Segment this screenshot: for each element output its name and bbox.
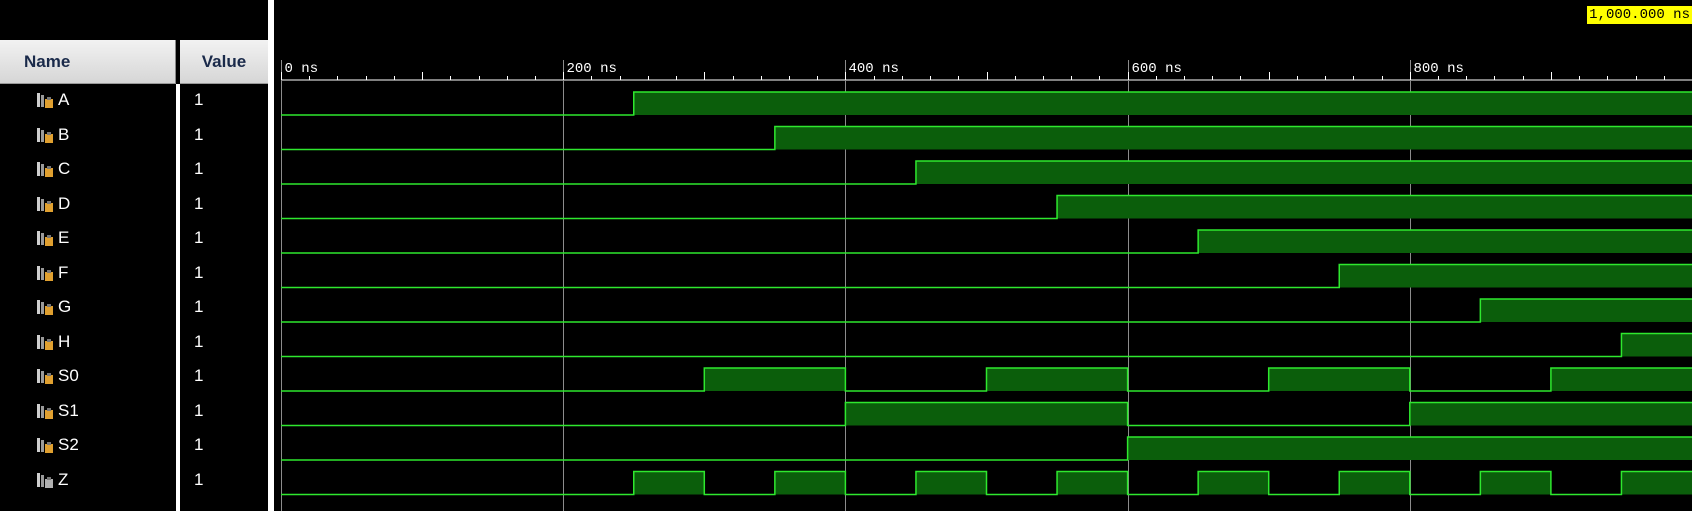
signal-name: H [58,331,71,351]
time-tick-label: 800 ns [1414,61,1464,77]
wave-high-fill [1127,437,1692,460]
signal-name: E [58,228,70,247]
signal-row[interactable]: F1 [0,257,268,291]
input-signal-icon [37,369,53,384]
value-column-header[interactable]: Value [180,40,268,84]
signal-name: S1 [58,400,79,420]
signal-value: 1 [194,331,204,351]
signal-name-panel: Name Value A 1 B 1 C 1 D 1 E 1 F 1 G 1 H 1 S0 1 S1 1 S2 1 Z 1 [0,0,268,511]
wave-high-fill [1339,264,1692,288]
signal-waveform-S0 [281,367,1692,392]
wave-high-fill [1480,299,1692,322]
signal-row[interactable]: G1 [0,291,268,325]
signal-row[interactable]: Z1 [0,464,268,498]
input-signal-icon [37,93,53,108]
signal-waveform-Z [281,470,1692,496]
signal-name: A [58,90,70,109]
wave-high-fill [1339,471,1410,495]
wave-high-fill [704,368,846,391]
input-signal-icon [37,162,53,177]
signal-name: G [58,297,72,316]
signal-value: 1 [194,366,204,385]
signal-row[interactable]: D1 [0,188,268,222]
wave-high-fill [915,471,987,495]
signal-name: B [58,124,70,144]
signal-name: S2 [58,435,79,454]
wave-high-fill [774,126,1692,150]
signal-row[interactable]: S2 1 [0,429,268,463]
wave-high-fill [845,402,1128,426]
input-signal-icon [37,265,53,281]
signal-value: 1 [194,262,204,282]
signal-name: F [58,262,69,282]
signal-name: S0 [58,366,79,385]
signal-value: 1 [194,193,204,213]
wave-high-fill [1550,368,1692,391]
time-tick-label: 600 ns [1132,61,1182,77]
signal-name: Z [58,469,69,489]
wave-high-fill [1621,471,1692,495]
wave-high-fill [1621,333,1692,357]
signal-row[interactable]: H1 [0,326,268,360]
output-signal-icon [37,472,53,488]
signal-value: 1 [194,228,204,247]
signal-value: 1 [194,90,204,109]
signal-value: 1 [194,469,204,489]
signal-row[interactable]: E1 [0,222,268,256]
signal-value: 1 [194,435,204,454]
signal-value: 1 [194,124,204,144]
wave-high-fill [774,471,846,495]
signal-waveform-H [281,332,1692,358]
wave-high-fill [986,368,1128,391]
input-signal-icon [37,334,53,350]
name-column-header[interactable]: Name [0,40,176,84]
wave-high-fill [1057,471,1128,495]
wave-high-fill [1480,471,1551,495]
wave-high-fill [1268,368,1410,391]
cursor-time-label: 1,000.000 ns [1587,6,1692,24]
signal-row[interactable]: A1 [0,84,268,118]
signal-value: 1 [194,297,204,316]
signal-row[interactable]: B1 [0,119,268,153]
signal-row[interactable]: S0 1 [0,360,268,394]
signal-value: 1 [194,400,204,420]
wave-high-fill [1198,471,1269,495]
time-tick-label: 0 ns [285,61,319,77]
wave-high-fill [915,161,1692,184]
wave-high-fill [1057,195,1692,219]
signal-waveform-G [281,298,1692,323]
signal-name: C [58,159,71,178]
wave-high-fill [633,471,705,495]
wave-high-fill [1409,402,1692,426]
signal-row[interactable]: C1 [0,153,268,187]
waveform-canvas[interactable]: 0 ns 200 ns 400 ns 600 ns 800 ns [274,0,1692,511]
input-signal-icon [37,231,53,246]
signal-value: 1 [194,159,204,178]
time-tick-label: 200 ns [567,61,617,77]
input-signal-icon [37,127,53,143]
input-signal-icon [37,403,53,419]
input-signal-icon [37,300,53,315]
waveform-area[interactable]: 0 ns 200 ns 400 ns 600 ns 800 ns 1,000.000 n… [274,0,1692,511]
wave-high-fill [633,92,1692,115]
signal-name: D [58,193,71,213]
input-signal-icon [37,196,53,212]
time-tick-label: 400 ns [849,61,899,77]
input-signal-icon [37,438,53,453]
signal-row[interactable]: S1 1 [0,395,268,429]
wave-high-fill [1198,230,1692,253]
